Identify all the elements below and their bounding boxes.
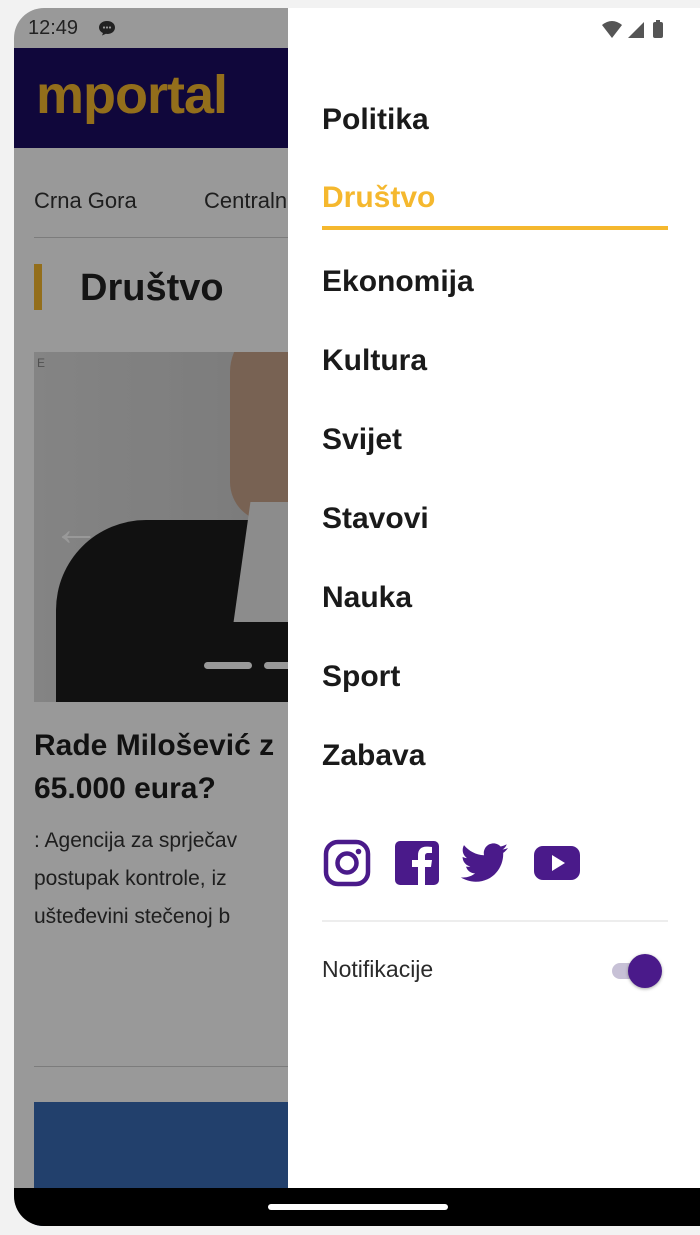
toggle-knob [628, 954, 662, 988]
wifi-signal-battery-icon [602, 20, 663, 38]
status-icons [600, 18, 680, 42]
navigation-drawer: Politika Društvo Ekonomija Kultura Svije… [288, 8, 700, 1226]
phone-screen: 12:49 mportal Crna Gora Centralna Društv… [14, 8, 700, 1226]
menu-item-svijet[interactable]: Svijet [322, 423, 402, 457]
youtube-icon[interactable] [532, 838, 582, 888]
menu-item-kultura[interactable]: Kultura [322, 344, 427, 378]
active-item-underline [322, 226, 668, 230]
background-app: 12:49 mportal Crna Gora Centralna Društv… [14, 8, 288, 1226]
menu-item-nauka[interactable]: Nauka [322, 581, 412, 615]
menu-item-ekonomija[interactable]: Ekonomija [322, 265, 474, 299]
menu-item-drustvo[interactable]: Društvo [322, 181, 435, 215]
instagram-icon[interactable] [322, 838, 372, 888]
drawer-divider [322, 920, 668, 922]
notifications-label: Notifikacije [322, 956, 434, 982]
menu-item-politika[interactable]: Politika [322, 103, 429, 137]
twitter-icon[interactable] [460, 838, 510, 888]
home-gesture-handle[interactable] [268, 1204, 448, 1210]
facebook-icon[interactable] [392, 838, 442, 888]
menu-item-sport[interactable]: Sport [322, 660, 400, 694]
menu-item-stavovi[interactable]: Stavovi [322, 502, 429, 536]
system-navigation-bar [14, 1188, 700, 1226]
drawer-scrim[interactable] [14, 8, 288, 1226]
menu-item-zabava[interactable]: Zabava [322, 739, 425, 773]
notifications-toggle[interactable] [608, 954, 664, 988]
